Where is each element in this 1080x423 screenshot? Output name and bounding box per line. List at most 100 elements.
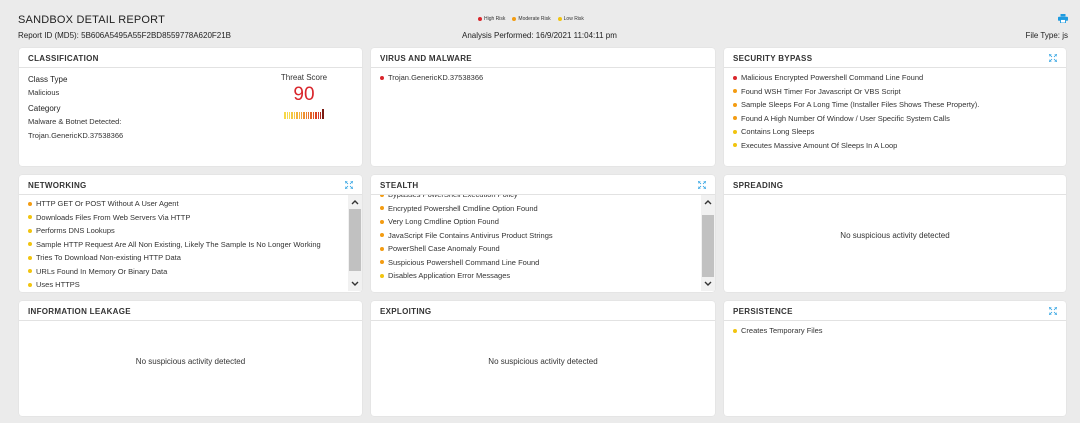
- low-risk-dot-icon: [28, 269, 32, 273]
- moderate-risk-dot-icon: [512, 17, 517, 21]
- threat-score-value: 90: [293, 84, 315, 105]
- threat-gauge: [274, 109, 334, 119]
- list-item: Uses HTTPS: [28, 280, 339, 291]
- report-id: Report ID (MD5): 5B606A5495A55F2BD855977…: [18, 31, 232, 40]
- empty-state-text: No suspicious activity detected: [840, 231, 950, 240]
- stealth-panel: STEALTH Bypasses PowerShell Execution Po…: [371, 175, 715, 292]
- legend-low-label: Low Risk: [563, 16, 584, 22]
- networking-list: HTTP GET Or POST Without A User Agent Dow…: [19, 195, 348, 291]
- list-item-text: Suspicious Powershell Command Line Found: [388, 257, 540, 267]
- gauge-tick: [296, 112, 298, 119]
- list-item: HTTP GET Or POST Without A User Agent: [28, 199, 339, 213]
- moderate-risk-dot-icon: [733, 89, 737, 93]
- moderate-risk-dot-icon: [380, 246, 384, 251]
- moderate-risk-dot-icon: [380, 233, 384, 237]
- persistence-list: Creates Temporary Files: [724, 321, 1066, 340]
- list-item-text: Sample HTTP Request Are All Non Existing…: [36, 239, 321, 249]
- information-leakage-title: INFORMATION LEAKAGE: [19, 301, 362, 321]
- category-value-2: Trojan.GenericKD.37538366: [28, 131, 124, 140]
- list-item-text: URLs Found In Memory Or Binary Data: [36, 266, 168, 276]
- virus-malware-title: VIRUS AND MALWARE: [371, 48, 715, 68]
- list-item-text: Downloads Files From Web Servers Via HTT…: [36, 212, 191, 222]
- persistence-title-text: PERSISTENCE: [733, 307, 793, 316]
- list-item-text: HTTP GET Or POST Without A User Agent: [36, 199, 179, 208]
- scroll-thumb[interactable]: [349, 209, 361, 271]
- list-item: Executes Massive Amount Of Sleeps In A L…: [733, 141, 1057, 155]
- scroll-up-arrow-icon[interactable]: [348, 195, 362, 209]
- print-icon[interactable]: [1058, 14, 1068, 23]
- list-item-text: Performs DNS Lookups: [36, 226, 115, 235]
- security-bypass-panel: SECURITY BYPASS Malicious Encrypted Powe…: [724, 48, 1066, 166]
- stealth-scrollbar[interactable]: [701, 195, 715, 291]
- virus-malware-panel: VIRUS AND MALWARE Trojan.GenericKD.37538…: [371, 48, 715, 166]
- low-risk-dot-icon: [733, 328, 737, 333]
- gauge-tick: [286, 112, 288, 119]
- scroll-down-arrow-icon[interactable]: [701, 277, 715, 291]
- spreading-panel: SPREADING No suspicious activity detecte…: [724, 175, 1066, 292]
- report-header: SANDBOX DETAIL REPORT Report ID (MD5): 5…: [0, 0, 1080, 44]
- list-item: Very Long Cmdline Option Found: [380, 217, 692, 231]
- stealth-title-text: STEALTH: [380, 181, 419, 190]
- list-item: PowerShell Case Anomaly Found: [380, 244, 692, 258]
- gauge-tick: [322, 109, 324, 119]
- scroll-up-arrow-icon[interactable]: [701, 195, 715, 209]
- persistence-panel: PERSISTENCE Creates Temporary Files: [724, 301, 1066, 416]
- high-risk-dot-icon: [380, 75, 384, 80]
- gauge-tick: [310, 112, 312, 119]
- legend-high-label: High Risk: [484, 16, 506, 22]
- legend-high: High Risk: [478, 16, 505, 22]
- list-item-text: Creates Temporary Files: [741, 326, 823, 335]
- list-item: Creates Temporary Files: [733, 326, 1057, 340]
- networking-panel: NETWORKING HTTP GET Or POST Without A Us…: [19, 175, 362, 292]
- list-item-text: Bypasses PowerShell Execution Policy: [388, 195, 518, 199]
- list-item: Tries To Download Non-existing HTTP Data: [28, 253, 339, 267]
- moderate-risk-dot-icon: [380, 219, 384, 224]
- page-title: SANDBOX DETAIL REPORT: [18, 14, 166, 26]
- classification-panel: CLASSIFICATION Class Type Malicious Cate…: [19, 48, 362, 166]
- gauge-tick: [312, 112, 315, 119]
- list-item: Disables Application Error Messages: [380, 271, 692, 285]
- low-risk-dot-icon: [733, 143, 737, 147]
- high-risk-dot-icon: [478, 17, 482, 21]
- threat-score-widget: Threat Score 90: [274, 73, 334, 119]
- gauge-tick: [308, 112, 310, 119]
- list-item-text: Contains Long Sleeps: [741, 127, 815, 136]
- analysis-timestamp: Analysis Performed: 16/9/2021 11:04:11 p…: [462, 31, 617, 40]
- moderate-risk-dot-icon: [380, 206, 384, 210]
- expand-icon[interactable]: [345, 181, 353, 189]
- expand-icon[interactable]: [1049, 307, 1057, 315]
- scroll-thumb[interactable]: [702, 215, 714, 277]
- security-bypass-title: SECURITY BYPASS: [724, 48, 1066, 68]
- moderate-risk-dot-icon: [380, 195, 384, 197]
- empty-state-text: No suspicious activity detected: [135, 357, 246, 366]
- exploiting-panel: EXPLOITING No suspicious activity detect…: [371, 301, 715, 416]
- exploiting-title: EXPLOITING: [371, 301, 715, 321]
- legend-low: Low Risk: [557, 16, 584, 22]
- scroll-down-arrow-icon[interactable]: [348, 277, 362, 291]
- list-item-text: Uses HTTPS: [36, 280, 80, 289]
- list-item: Malicious Encrypted Powershell Command L…: [733, 73, 1057, 87]
- moderate-risk-dot-icon: [733, 102, 737, 107]
- list-item-text: Disables Application Error Messages: [388, 271, 511, 280]
- gauge-tick: [320, 112, 322, 119]
- low-risk-dot-icon: [733, 129, 737, 134]
- networking-scrollbar[interactable]: [348, 195, 362, 291]
- list-item-text: Executes Massive Amount Of Sleeps In A L…: [741, 140, 898, 150]
- gauge-tick: [303, 112, 305, 119]
- high-risk-dot-icon: [733, 75, 737, 80]
- list-item: Bypasses PowerShell Execution Policy: [380, 195, 692, 204]
- low-risk-dot-icon: [557, 17, 562, 21]
- expand-icon[interactable]: [698, 181, 706, 189]
- list-item: Found A High Number Of Window / User Spe…: [733, 114, 1057, 128]
- gauge-tick: [298, 112, 300, 119]
- list-item-text: Sample Sleeps For A Long Time (Installer…: [741, 100, 980, 109]
- low-risk-dot-icon: [28, 242, 32, 246]
- stealth-title: STEALTH: [371, 175, 715, 195]
- gauge-tick: [288, 112, 291, 119]
- expand-icon[interactable]: [1049, 54, 1057, 62]
- moderate-risk-dot-icon: [380, 260, 384, 264]
- list-item-text: PowerShell Case Anomaly Found: [388, 244, 500, 253]
- threat-score-label: Threat Score: [280, 73, 328, 82]
- moderate-risk-dot-icon: [733, 116, 737, 120]
- spreading-title: SPREADING: [724, 175, 1066, 195]
